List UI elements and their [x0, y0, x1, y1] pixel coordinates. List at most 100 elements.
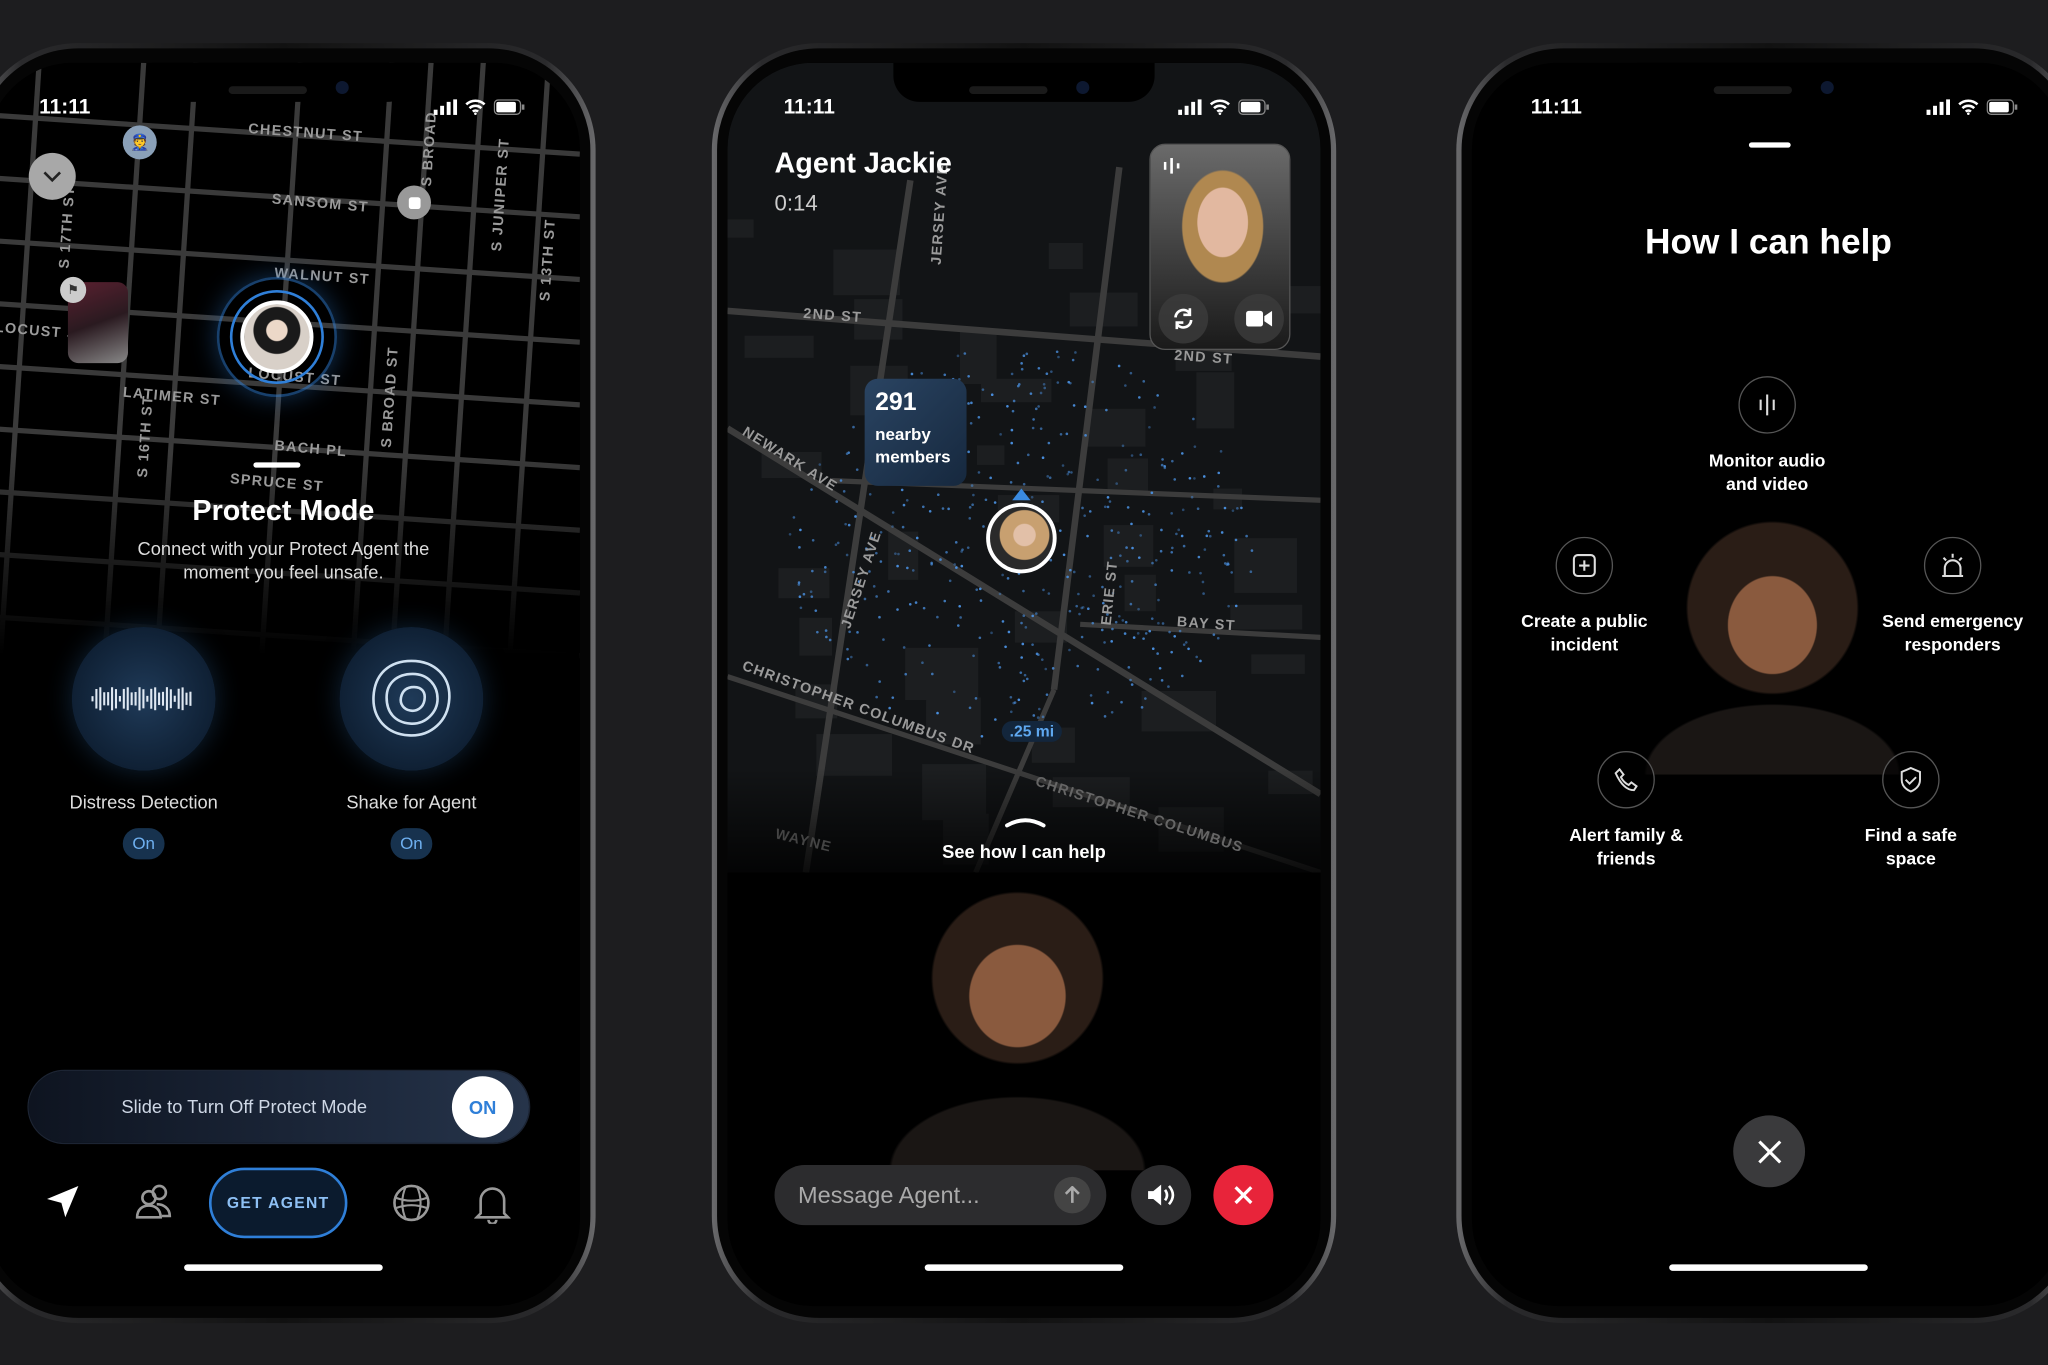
member-dot — [1193, 477, 1196, 480]
status-badge[interactable]: On — [390, 828, 433, 860]
wifi-icon — [1209, 99, 1230, 115]
nearby-members-card[interactable]: 291 nearby members — [864, 378, 967, 486]
map-marker[interactable] — [397, 185, 432, 220]
flip-camera-button[interactable] — [1158, 293, 1209, 344]
sheet-handle[interactable] — [253, 462, 301, 468]
member-dot — [798, 546, 801, 549]
member-dot — [1205, 534, 1209, 538]
close-button[interactable] — [1733, 1115, 1806, 1188]
member-dot — [797, 583, 801, 586]
member-dot — [1151, 561, 1154, 565]
nearby-label: members — [875, 446, 951, 467]
member-dot — [816, 630, 819, 634]
status-badge[interactable]: On — [122, 828, 165, 860]
member-dot — [1007, 630, 1011, 634]
member-dot — [1045, 372, 1049, 376]
home-indicator[interactable] — [1669, 1264, 1868, 1271]
flag-icon: ⚑ — [60, 276, 87, 304]
nav-people[interactable] — [133, 1181, 175, 1229]
member-dot — [1184, 641, 1188, 644]
feature-distress-detection[interactable]: Distress Detection On — [59, 626, 229, 860]
self-video-preview[interactable] — [1149, 143, 1291, 351]
help-item-alert-family[interactable]: Alert family & friends — [1522, 751, 1731, 871]
wave-bar — [185, 692, 188, 705]
feature-shake-for-agent[interactable]: Shake for Agent On — [327, 626, 497, 860]
member-dot — [1234, 604, 1238, 608]
send-button[interactable] — [1054, 1176, 1091, 1214]
nav-globe[interactable] — [391, 1182, 433, 1230]
member-dot — [990, 393, 994, 397]
member-dot — [1075, 604, 1079, 608]
message-input[interactable]: Message Agent... — [774, 1165, 1107, 1226]
member-dot — [896, 608, 899, 611]
member-dot — [1124, 620, 1128, 624]
people-icon — [135, 1184, 172, 1219]
speaker-button[interactable] — [1131, 1165, 1192, 1226]
shake-rings-icon[interactable] — [339, 626, 484, 771]
member-dot — [1103, 641, 1106, 644]
member-dot — [1249, 570, 1253, 574]
member-dot — [1144, 697, 1147, 700]
member-dot — [835, 500, 839, 503]
siren-icon — [1942, 553, 1964, 578]
help-item-label: Send emergency — [1882, 611, 2024, 631]
member-dot — [1081, 506, 1084, 510]
status-time: 11:11 — [1530, 96, 1582, 119]
member-dot — [1216, 636, 1220, 640]
member-dot — [1157, 598, 1160, 602]
nav-location[interactable] — [44, 1183, 81, 1226]
member-dot — [1163, 464, 1166, 468]
member-dot — [1123, 632, 1127, 635]
member-dot — [1046, 475, 1050, 478]
status-icons — [1178, 99, 1269, 115]
waveform-icon[interactable] — [71, 626, 216, 771]
chevron-up-icon[interactable] — [1004, 815, 1046, 828]
map-building — [976, 445, 1005, 465]
help-item-monitor[interactable]: Monitor audio and video — [1663, 376, 1872, 496]
member-dot — [824, 629, 828, 632]
see-how-i-can-help-link[interactable]: See how I can help — [728, 841, 1321, 862]
police-marker-icon[interactable]: 👮 — [122, 125, 157, 160]
user-avatar[interactable] — [986, 502, 1057, 574]
member-dot — [1037, 707, 1041, 711]
member-dot — [1029, 392, 1033, 395]
member-dot — [956, 354, 960, 358]
member-dot — [1022, 482, 1026, 486]
slider-knob[interactable]: ON — [451, 1076, 514, 1138]
help-item-send-responders[interactable]: Send emergency responders — [1848, 536, 2048, 657]
home-indicator[interactable] — [184, 1264, 383, 1271]
user-avatar[interactable] — [240, 300, 314, 374]
member-dot — [1117, 364, 1121, 368]
member-dot — [970, 484, 974, 487]
sheet-handle[interactable] — [1748, 142, 1791, 148]
member-dot — [1080, 635, 1084, 639]
member-dot — [1047, 592, 1051, 595]
member-dot — [1196, 507, 1200, 511]
member-dot — [1021, 642, 1025, 646]
collapse-button[interactable] — [28, 152, 76, 200]
member-dot — [1109, 556, 1113, 560]
member-dot — [1148, 425, 1151, 429]
member-dot — [1195, 655, 1198, 659]
member-dot — [1042, 588, 1045, 592]
member-dot — [1197, 555, 1201, 559]
member-dot — [1083, 514, 1086, 517]
member-dot — [1072, 404, 1076, 407]
end-call-button[interactable] — [1213, 1165, 1274, 1226]
member-dot — [1230, 571, 1233, 574]
protect-mode-slider[interactable]: Slide to Turn Off Protect Mode ON — [28, 1071, 529, 1143]
notch — [893, 62, 1155, 102]
help-item-create-incident[interactable]: Create a public incident — [1480, 536, 1689, 657]
get-agent-button[interactable]: GET AGENT — [208, 1167, 348, 1239]
member-dot — [845, 452, 849, 456]
member-dot — [968, 517, 972, 520]
home-indicator[interactable] — [924, 1264, 1124, 1271]
nav-notifications[interactable] — [473, 1182, 512, 1230]
member-dot — [1017, 383, 1021, 386]
video-toggle-button[interactable] — [1234, 293, 1284, 344]
help-item-safe-space[interactable]: Find a safe space — [1806, 751, 2015, 871]
member-dot — [943, 373, 947, 377]
help-item-label: space — [1885, 848, 1936, 869]
member-dot — [1106, 691, 1110, 694]
wave-bar — [169, 689, 172, 709]
